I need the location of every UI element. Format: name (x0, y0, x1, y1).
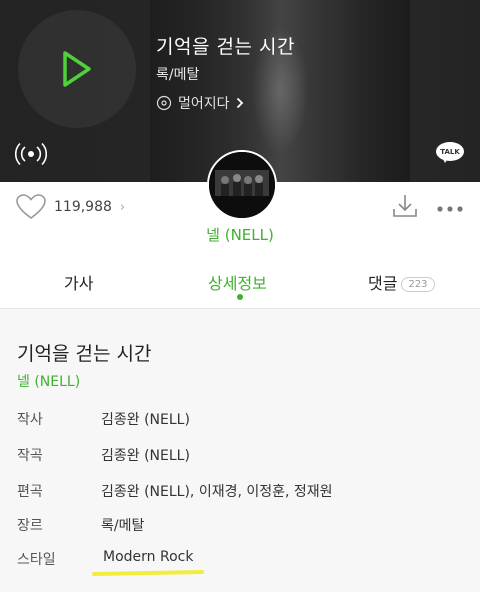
kakaotalk-icon: TALK (436, 142, 464, 161)
active-tab-indicator (237, 294, 243, 300)
artist-photo (209, 152, 275, 218)
tab-details[interactable]: 상세정보 (208, 270, 267, 294)
play-button[interactable] (18, 10, 136, 128)
more-dots-icon (437, 206, 463, 212)
heart-icon (16, 194, 46, 219)
more-button[interactable] (436, 198, 464, 217)
tab-bar: 가사 상세정보 댓글 223 (0, 258, 480, 309)
comment-count-badge: 223 (401, 277, 435, 292)
tab-comments[interactable]: 댓글 223 (368, 270, 435, 294)
tab-lyrics[interactable]: 가사 (64, 270, 93, 294)
highlight-underline (91, 570, 205, 576)
related-song-label: 멀어지다 (178, 96, 230, 112)
song-details-panel: 기억을 걷는 시간 넬 (NELL) 작사 김종완 (NELL) 작곡 김종완 … (0, 309, 480, 592)
disc-icon (156, 95, 172, 111)
broadcast-icon (14, 142, 48, 166)
details-song-title: 기억을 걷는 시간 (17, 343, 152, 365)
chevron-right-icon (236, 97, 243, 109)
download-button[interactable] (392, 193, 418, 223)
radio-button[interactable] (14, 142, 48, 170)
chevron-right-icon: › (119, 199, 126, 215)
play-icon (63, 51, 91, 87)
kakaotalk-share-button[interactable]: TALK (436, 142, 464, 164)
artist-name-link[interactable]: 넬 (NELL) (0, 224, 480, 245)
artist-avatar[interactable] (207, 150, 277, 220)
like-count: 119,988 (54, 199, 112, 215)
like-button[interactable]: 119,988 › (16, 194, 125, 220)
song-genre: 록/메탈 (156, 67, 200, 83)
download-icon (393, 195, 417, 217)
details-artist-link[interactable]: 넬 (NELL) (17, 371, 80, 391)
song-title: 기억을 걷는 시간 (156, 36, 295, 58)
related-song-link[interactable]: 멀어지다 (156, 93, 244, 113)
